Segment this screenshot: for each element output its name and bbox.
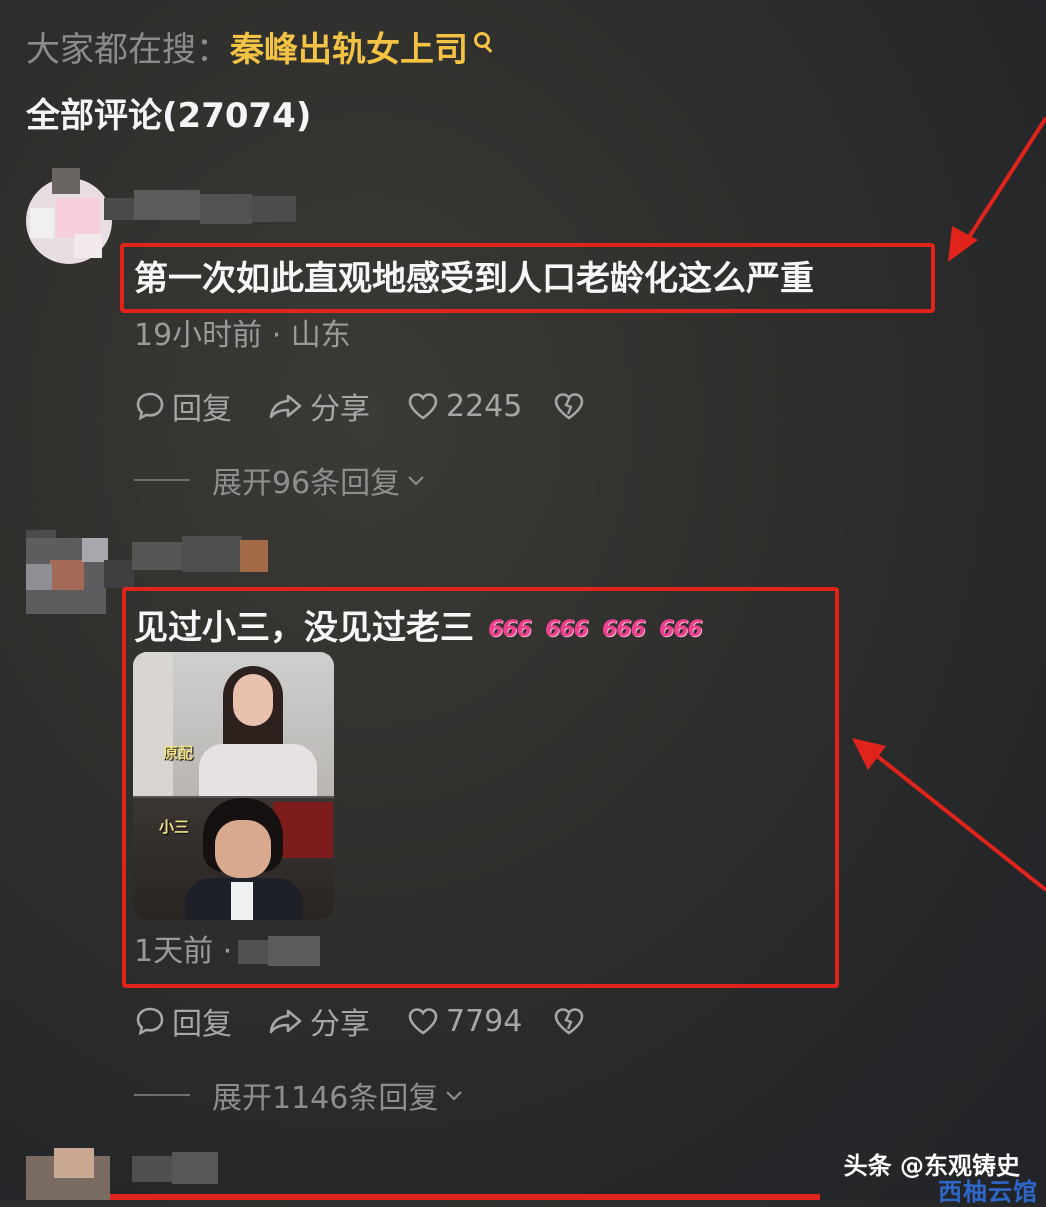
annotation-arrows (852, 116, 1046, 892)
arrow-icon (852, 738, 1046, 892)
arrow-icon (948, 116, 1046, 262)
corner-logo: 西柚云馆 (938, 1178, 1038, 1206)
